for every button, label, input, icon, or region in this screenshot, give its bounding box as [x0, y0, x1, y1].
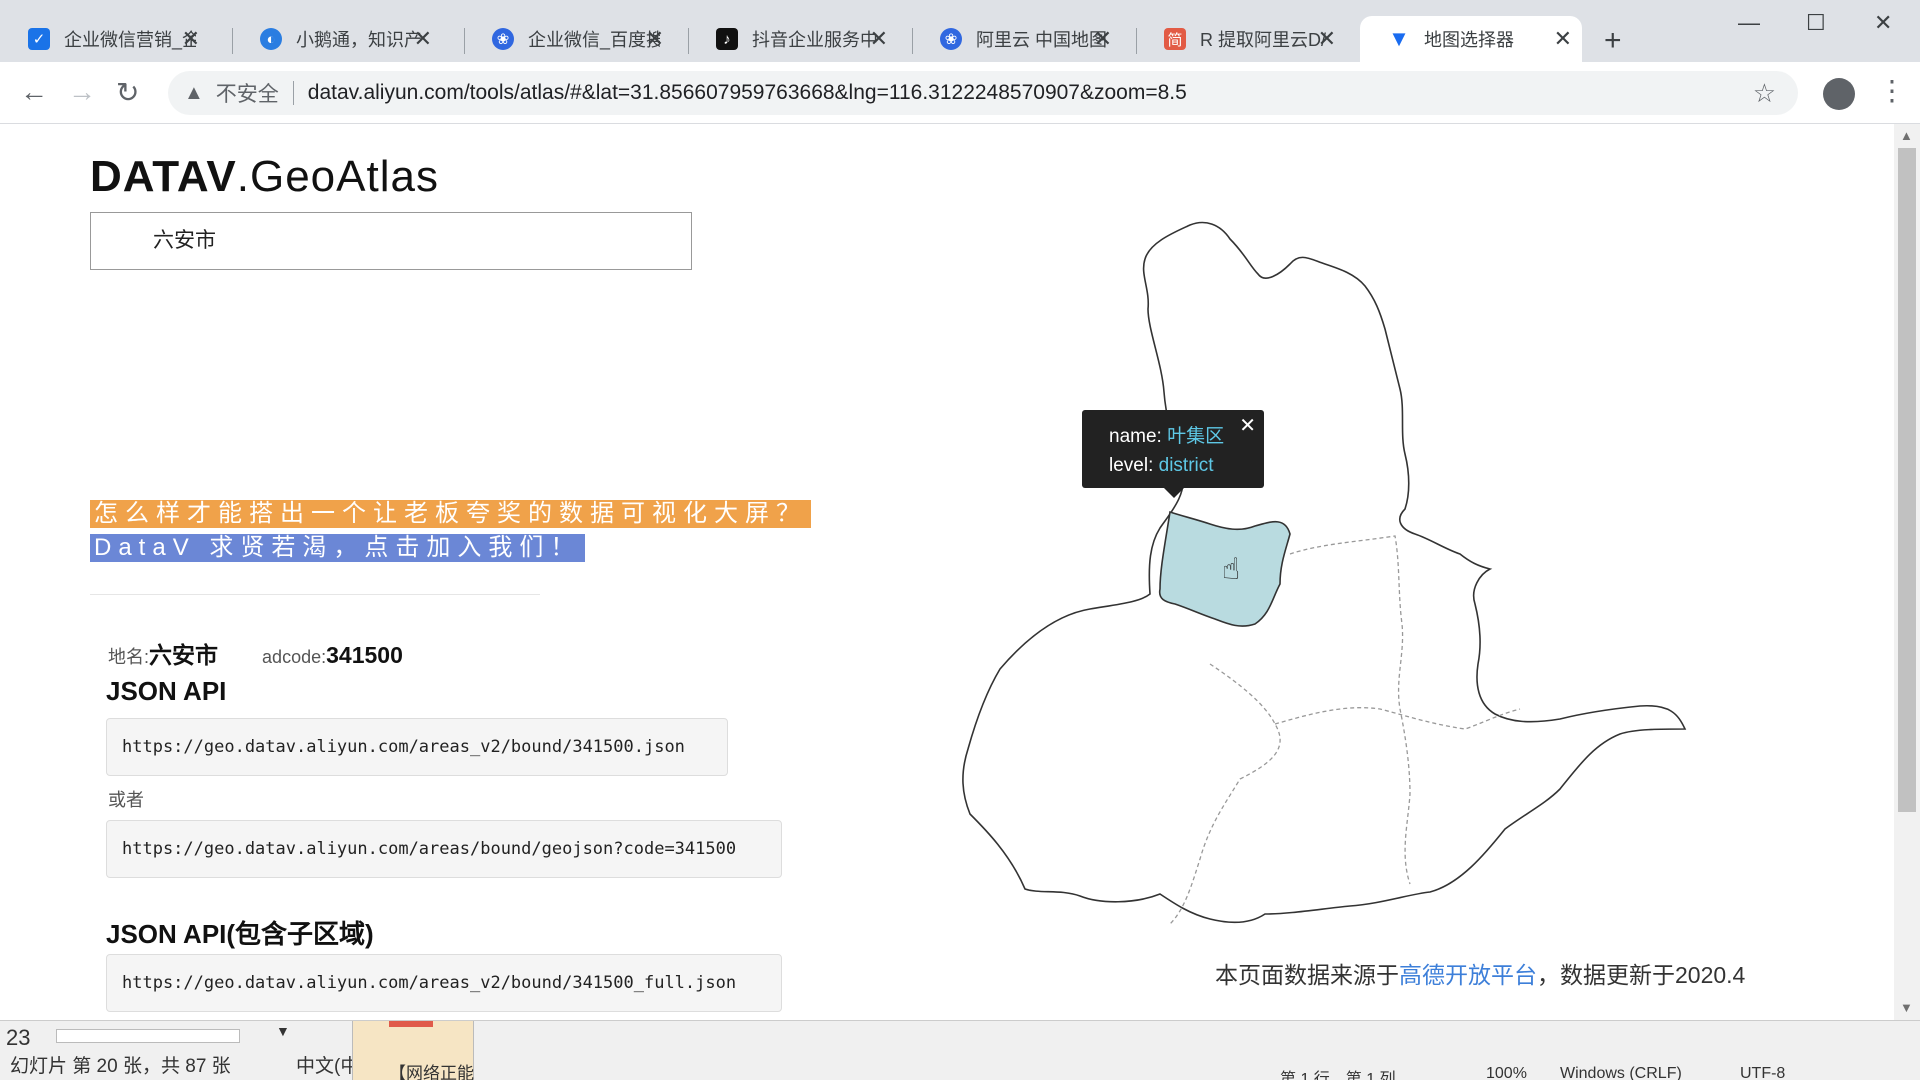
tab-title: 小鹅通，知识产 — [296, 30, 422, 50]
hand-cursor-icon: ☝ — [1222, 553, 1241, 586]
line-ending: Windows (CRLF) — [1560, 1065, 1682, 1080]
close-icon[interactable]: ✕ — [1554, 26, 1572, 52]
datav-logo: DATAV.GeoAtlas — [90, 152, 439, 201]
json-api-url-alt-box[interactable]: https://geo.datav.aliyun.com/areas/bound… — [106, 820, 782, 878]
promo-banner-line2[interactable]: DataV 求贤若渴，点击加入我们！ — [90, 534, 586, 562]
slide-status-text: 幻灯片 第 20 张，共 87 张 — [10, 1056, 231, 1077]
data-source-note: 本页面数据来源于高德开放平台，数据更新于2020.4 — [1215, 962, 1746, 988]
star-icon[interactable]: ☆ — [1753, 78, 1776, 109]
region-meta: 地名:六安市 adcode:341500 — [108, 642, 403, 668]
jian-icon: 简 — [1164, 28, 1186, 50]
language-indicator[interactable]: 中文(中 — [296, 1051, 359, 1078]
security-label: 不安全 — [215, 83, 279, 106]
adcode-value: 341500 — [326, 642, 403, 668]
profile-avatar-icon[interactable] — [1823, 78, 1855, 110]
browser-toolbar: ← → ↻ ▲ 不安全 datav.aliyun.com/tools/atlas… — [0, 62, 1920, 124]
close-icon[interactable]: ✕ — [1094, 26, 1112, 52]
address-bar[interactable]: ▲ 不安全 datav.aliyun.com/tools/atlas/#&lat… — [168, 71, 1798, 115]
datav-icon: ▼ — [1388, 26, 1410, 51]
tab-title: 企业微信营销_企 — [64, 30, 196, 50]
paw-icon: ❀ — [940, 28, 962, 50]
paw-icon: ❀ — [492, 28, 514, 50]
page-content: DATAV.GeoAtlas 六安市 怎么样才能搭出一个让老板夸奖的数据可视化大… — [0, 124, 1894, 1020]
tooltip-pointer — [1164, 488, 1184, 498]
minimize-icon[interactable]: — — [1738, 10, 1760, 36]
tab-4[interactable]: ❀ 阿里云 中国地图 ✕ — [912, 16, 1122, 62]
close-icon[interactable]: ✕ — [870, 26, 888, 52]
json-api-sub-url-box[interactable]: https://geo.datav.aliyun.com/areas_v2/bo… — [106, 954, 782, 1012]
scroll-up-icon[interactable]: ▲ — [1900, 128, 1913, 143]
zoom-level: 100% — [1486, 1065, 1527, 1080]
district-boundary-1 — [1289, 535, 1411, 885]
divider — [90, 594, 540, 595]
encoding: UTF-8 — [1740, 1065, 1786, 1080]
tooltip-name-value: 叶集区 — [1167, 426, 1225, 447]
tab-title: 地图选择器 — [1424, 30, 1514, 50]
place-name: 六安市 — [149, 642, 219, 668]
chevron-down-icon[interactable]: ▼ — [276, 1023, 290, 1039]
close-icon[interactable]: ✕ — [646, 26, 664, 52]
slide-number: 23 — [6, 1025, 31, 1050]
json-api-sub-title: JSON API(包含子区域) — [106, 919, 374, 949]
close-icon[interactable]: ✕ — [1239, 412, 1256, 441]
close-icon[interactable]: ✕ — [1318, 26, 1336, 52]
tab-5[interactable]: 简 R 提取阿里云D/ ✕ — [1136, 16, 1346, 62]
red-marker — [389, 1021, 433, 1027]
check-icon: ✓ — [28, 28, 50, 50]
menu-dots-icon[interactable]: ⋮ — [1878, 74, 1906, 107]
tab-3[interactable]: ♪ 抖音企业服务中 ✕ — [688, 16, 898, 62]
tab-title: 企业微信_百度搜 — [528, 30, 660, 50]
close-window-icon[interactable]: ✕ — [1874, 10, 1892, 36]
or-label: 或者 — [108, 790, 144, 810]
url-text[interactable]: datav.aliyun.com/tools/atlas/#&lat=31.85… — [308, 81, 1187, 105]
maximize-icon[interactable]: ☐ — [1806, 10, 1826, 36]
json-api-url-box[interactable]: https://geo.datav.aliyun.com/areas_v2/bo… — [106, 718, 728, 776]
forward-arrow-icon[interactable]: → — [68, 76, 96, 108]
divider — [292, 81, 294, 105]
json-api-title: JSON API — [106, 676, 227, 706]
map-outline — [962, 221, 1687, 924]
district-boundary-2 — [1169, 663, 1281, 925]
page-scrollbar[interactable]: ▲ ▼ — [1894, 124, 1920, 1020]
back-arrow-icon[interactable]: ← — [20, 76, 48, 108]
district-boundary-3 — [1274, 707, 1521, 730]
tab-title: 阿里云 中国地图 — [976, 30, 1108, 50]
app-window: ✓ 企业微信营销_企 ✕ ◐ 小鹅通，知识产 ✕ ❀ 企业微信_百度搜 ✕ ♪ … — [0, 0, 1920, 1080]
network-text: 【网络正能 — [389, 1064, 474, 1080]
network-thumbnail[interactable]: 【网络正能 — [352, 1021, 474, 1080]
warning-icon: ▲ — [184, 81, 204, 104]
tab-1[interactable]: ◐ 小鹅通，知识产 ✕ — [232, 16, 442, 62]
swirl-icon: ◐ — [260, 28, 282, 50]
region-map[interactable] — [940, 174, 1700, 944]
reload-icon[interactable]: ↻ — [116, 76, 139, 109]
cursor-position: 第 1 行，第 1 列 — [1280, 1071, 1396, 1080]
tab-bar: ✓ 企业微信营销_企 ✕ ◐ 小鹅通，知识产 ✕ ❀ 企业微信_百度搜 ✕ ♪ … — [0, 0, 1920, 62]
tab-2[interactable]: ❀ 企业微信_百度搜 ✕ — [464, 16, 674, 62]
promo-banner-line1[interactable]: 怎么样才能搭出一个让老板夸奖的数据可视化大屏？ — [90, 500, 811, 528]
close-icon[interactable]: ✕ — [414, 26, 432, 52]
scroll-down-icon[interactable]: ▼ — [1900, 1000, 1913, 1015]
slide-thumbnail[interactable] — [56, 1029, 240, 1043]
bottom-status-bar: 23 ▼ 幻灯片 第 20 张，共 87 张 中文(中 【网络正能 第 1 行，… — [0, 1020, 1920, 1080]
tab-title: 抖音企业服务中 — [752, 30, 878, 50]
region-search-input[interactable]: 六安市 — [90, 212, 692, 270]
tiktok-icon: ♪ — [716, 28, 738, 50]
scrollbar-thumb[interactable] — [1898, 148, 1916, 812]
close-icon[interactable]: ✕ — [182, 26, 200, 52]
tab-6-active[interactable]: ▼ 地图选择器 ✕ — [1360, 16, 1582, 62]
map-tooltip: name: 叶集区 level: district ✕ — [1082, 410, 1264, 498]
tab-0[interactable]: ✓ 企业微信营销_企 ✕ — [0, 16, 210, 62]
amap-link[interactable]: 高德开放平台 — [1399, 962, 1537, 988]
new-tab-button[interactable]: + — [1604, 24, 1622, 58]
tooltip-level-value: district — [1158, 455, 1214, 476]
tab-title: R 提取阿里云D/ — [1200, 30, 1326, 50]
